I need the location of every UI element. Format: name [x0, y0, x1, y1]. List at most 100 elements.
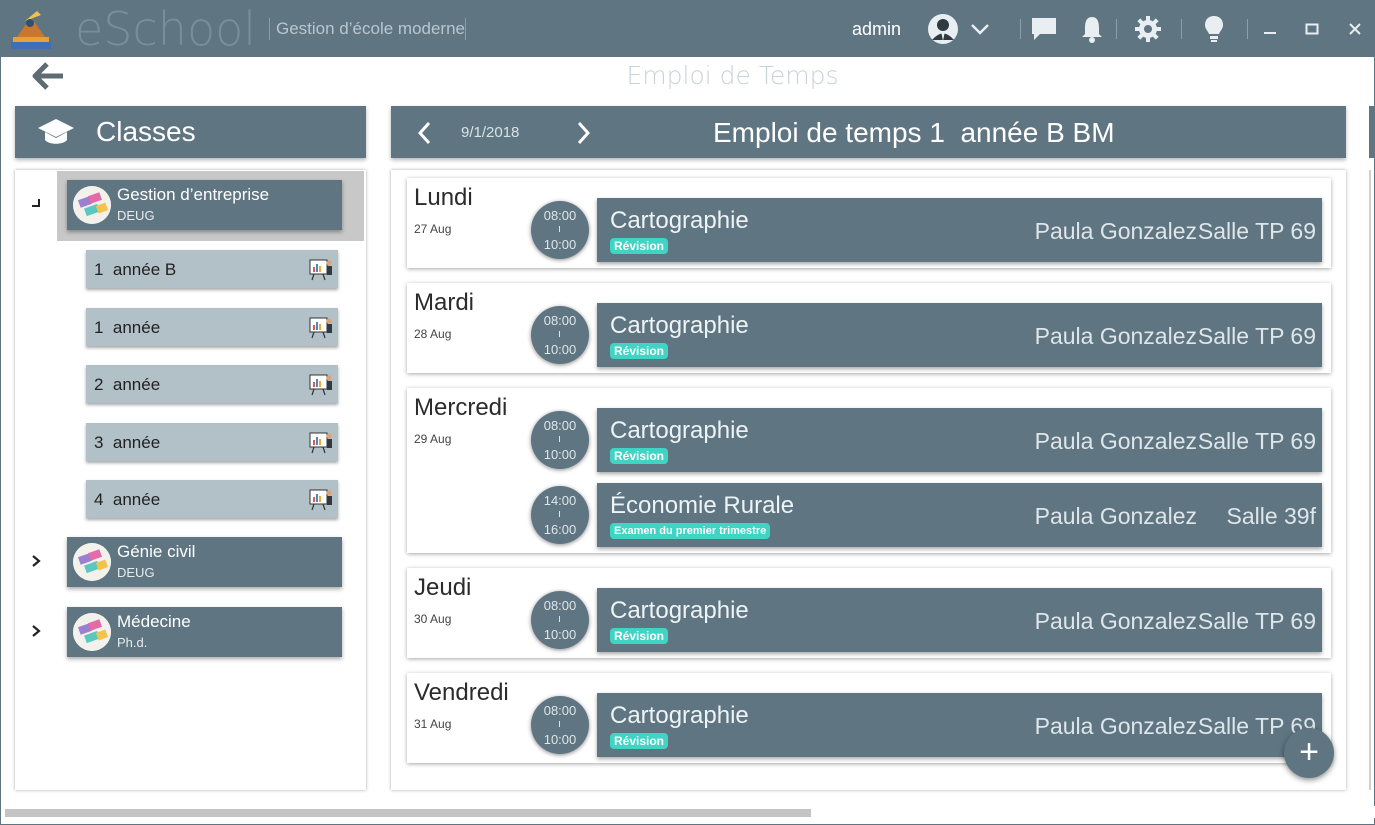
- lesson-room: Salle TP 69: [1197, 218, 1316, 244]
- day-card-jeudi: Jeudi 30 Aug 08:00 10:00 Cartographie Ré…: [407, 568, 1331, 658]
- lesson-teacher: Paula Gonzalez: [1034, 323, 1197, 349]
- chevron-down-icon[interactable]: [967, 13, 993, 45]
- lesson-teacher: Paula Gonzalez: [1034, 608, 1197, 634]
- chat-icon[interactable]: [1028, 13, 1060, 45]
- presentation-board-icon: [309, 374, 332, 396]
- start-time: 08:00: [543, 598, 577, 613]
- lesson-subject: Cartographie: [610, 207, 749, 234]
- time-badge: 14:00 16:00: [531, 486, 589, 544]
- lesson-card[interactable]: Cartographie Révision Paula Gonzalez Sal…: [597, 303, 1322, 367]
- lesson-room: Salle TP 69: [1197, 428, 1316, 454]
- lesson-card[interactable]: Cartographie Révision Paula Gonzalez Sal…: [597, 588, 1322, 652]
- group-card-gestion[interactable]: Gestion d’entreprise DEUG: [67, 180, 342, 230]
- end-time: 10:00: [543, 732, 577, 747]
- user-name[interactable]: admin: [852, 19, 901, 40]
- minimize-icon[interactable]: [1259, 13, 1281, 45]
- group-name: Gestion d’entreprise: [117, 185, 270, 204]
- group-name: Médecine: [117, 612, 191, 631]
- time-badge: 08:00 10:00: [531, 591, 589, 649]
- app-name: eSchool: [75, 2, 257, 56]
- collapse-toggle-icon[interactable]: [31, 196, 45, 210]
- schedule-date[interactable]: 9/1/2018: [461, 124, 519, 141]
- lesson-card[interactable]: Économie Rurale Examen du premier trimes…: [597, 483, 1322, 547]
- schedule-title: Emploi de temps 1 année B BM: [713, 117, 1115, 148]
- lesson-room: Salle 39f: [1226, 503, 1316, 529]
- schedule-header: 9/1/2018 Emploi de temps 1 année B BM: [391, 106, 1346, 158]
- start-time: 14:00: [543, 493, 577, 508]
- expand-toggle-icon[interactable]: [31, 625, 45, 639]
- presentation-board-icon: [309, 259, 332, 281]
- lesson-tag: Révision: [610, 238, 669, 254]
- expand-toggle-icon[interactable]: [31, 555, 45, 569]
- plus-icon: +: [1299, 733, 1319, 771]
- class-item-1-annee-b[interactable]: 1 année B: [86, 250, 338, 288]
- lesson-room: Salle TP 69: [1197, 323, 1316, 349]
- chevron-right-icon[interactable]: [573, 120, 593, 146]
- lightbulb-icon[interactable]: [1199, 13, 1229, 45]
- horizontal-scrollbar-thumb[interactable]: [5, 809, 811, 817]
- class-label: 3 année: [94, 433, 161, 452]
- day-date: 31 Aug: [414, 717, 452, 731]
- presentation-board-icon: [309, 432, 332, 454]
- lesson-tag: Révision: [610, 343, 669, 359]
- lesson-subject: Cartographie: [610, 312, 749, 339]
- group-avatar: [73, 613, 111, 651]
- gear-icon[interactable]: [1131, 13, 1165, 45]
- lesson-teacher: Paula Gonzalez: [1034, 428, 1197, 454]
- lesson-tag: Examen du premier trimestre: [610, 523, 771, 539]
- end-time: 10:00: [543, 237, 577, 252]
- close-icon[interactable]: [1344, 13, 1366, 45]
- time-badge: 08:00 10:00: [531, 306, 589, 364]
- titlebar-separator: [1020, 19, 1021, 39]
- time-divider: [559, 511, 560, 517]
- class-item-4-annee[interactable]: 4 année: [86, 480, 338, 518]
- next-panel-edge-line: [1369, 170, 1371, 790]
- time-divider: [559, 721, 560, 727]
- lesson-tag: Révision: [610, 733, 669, 749]
- presentation-board-icon: [309, 317, 332, 339]
- lesson-card[interactable]: Cartographie Révision Paula Gonzalez Sal…: [597, 198, 1322, 262]
- day-date: 28 Aug: [414, 327, 452, 341]
- lesson-card[interactable]: Cartographie Révision Paula Gonzalez Sal…: [597, 408, 1322, 472]
- end-time: 16:00: [543, 522, 577, 537]
- day-name: Jeudi: [414, 574, 472, 601]
- add-lesson-button[interactable]: +: [1284, 728, 1334, 778]
- lesson-subject: Cartographie: [610, 702, 749, 729]
- group-degree: Ph.d.: [117, 635, 148, 650]
- time-divider: [559, 436, 560, 442]
- day-card-mercredi: Mercredi 29 Aug 08:00 10:00 Cartographie…: [407, 388, 1331, 553]
- time-divider: [559, 331, 560, 337]
- end-time: 10:00: [543, 447, 577, 462]
- lesson-subject: Cartographie: [610, 597, 749, 624]
- titlebar-separator: [1116, 19, 1117, 39]
- class-label: 1 année: [94, 318, 161, 337]
- lesson-card[interactable]: Cartographie Révision Paula Gonzalez Sal…: [597, 693, 1322, 757]
- title-bar: eSchool Gestion d’école moderne admin: [1, 1, 1375, 57]
- classes-tree: Gestion d’entreprise DEUG 1 année B 1 an…: [15, 170, 366, 790]
- classes-title: Classes: [96, 116, 196, 147]
- lesson-teacher: Paula Gonzalez: [1034, 218, 1197, 244]
- lesson-teacher: Paula Gonzalez: [1034, 713, 1197, 739]
- group-card-medecine[interactable]: Médecine Ph.d.: [67, 607, 342, 657]
- class-item-1-annee[interactable]: 1 année: [86, 308, 338, 346]
- bell-icon[interactable]: [1077, 13, 1107, 45]
- end-time: 10:00: [543, 342, 577, 357]
- next-panel-edge: [1369, 106, 1375, 158]
- user-avatar-icon[interactable]: [925, 13, 961, 45]
- class-item-2-annee[interactable]: 2 année: [86, 365, 338, 403]
- time-badge: 08:00 10:00: [531, 411, 589, 469]
- chevron-left-icon[interactable]: [415, 120, 435, 146]
- time-divider: [559, 616, 560, 622]
- end-time: 10:00: [543, 627, 577, 642]
- group-card-genie-civil[interactable]: Génie civil DEUG: [67, 537, 342, 587]
- day-date: 29 Aug: [414, 432, 452, 446]
- app-slogan: Gestion d’école moderne: [269, 18, 467, 40]
- classes-header: Classes: [15, 106, 366, 158]
- start-time: 08:00: [543, 208, 577, 223]
- class-label: 1 année B: [94, 260, 177, 279]
- class-item-3-annee[interactable]: 3 année: [86, 423, 338, 461]
- group-degree: DEUG: [117, 565, 155, 580]
- day-date: 30 Aug: [414, 612, 452, 626]
- maximize-icon[interactable]: [1301, 13, 1323, 45]
- group-name: Génie civil: [117, 542, 196, 561]
